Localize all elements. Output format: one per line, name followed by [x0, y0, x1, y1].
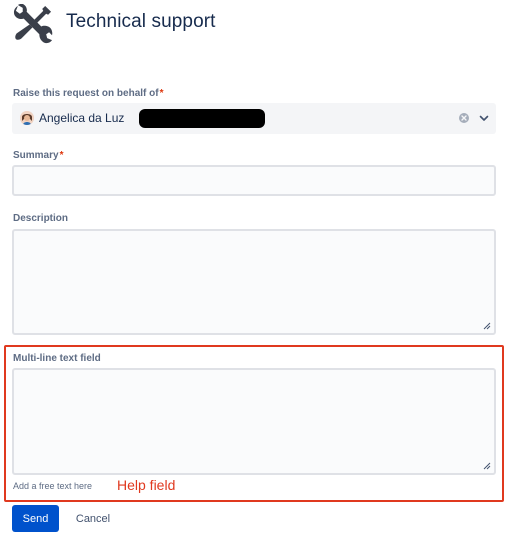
required-mark: * [59, 150, 64, 161]
description-label: Description [13, 213, 69, 224]
description-textarea[interactable] [12, 229, 496, 335]
resize-grip-icon[interactable] [483, 322, 491, 330]
clear-icon[interactable] [458, 112, 470, 124]
page-title: Technical support [66, 11, 216, 32]
annotation-label: Help field [117, 477, 176, 493]
multiline-label: Multi-line text field [13, 353, 101, 364]
request-form-page: Technical support Raise this request on … [0, 0, 514, 544]
on-behalf-select[interactable]: Angelica da Luz [12, 103, 496, 134]
summary-input[interactable] [12, 165, 496, 196]
required-mark: * [159, 88, 164, 99]
chevron-down-icon[interactable] [478, 112, 490, 124]
tools-icon [13, 4, 53, 44]
summary-label: Summary* [13, 150, 63, 161]
summary-label-text: Summary [13, 150, 59, 161]
redacted-block [139, 109, 265, 128]
cancel-button[interactable]: Cancel [67, 505, 119, 532]
multiline-textarea[interactable] [12, 368, 496, 475]
send-button[interactable]: Send [12, 505, 59, 532]
resize-grip-icon[interactable] [483, 462, 491, 470]
avatar-icon [20, 111, 34, 125]
avatar [20, 111, 34, 125]
help-text: Add a free text here [13, 481, 93, 491]
on-behalf-label: Raise this request on behalf of* [13, 88, 164, 99]
on-behalf-value: Angelica da Luz [39, 111, 125, 125]
on-behalf-label-text: Raise this request on behalf of [13, 88, 159, 99]
